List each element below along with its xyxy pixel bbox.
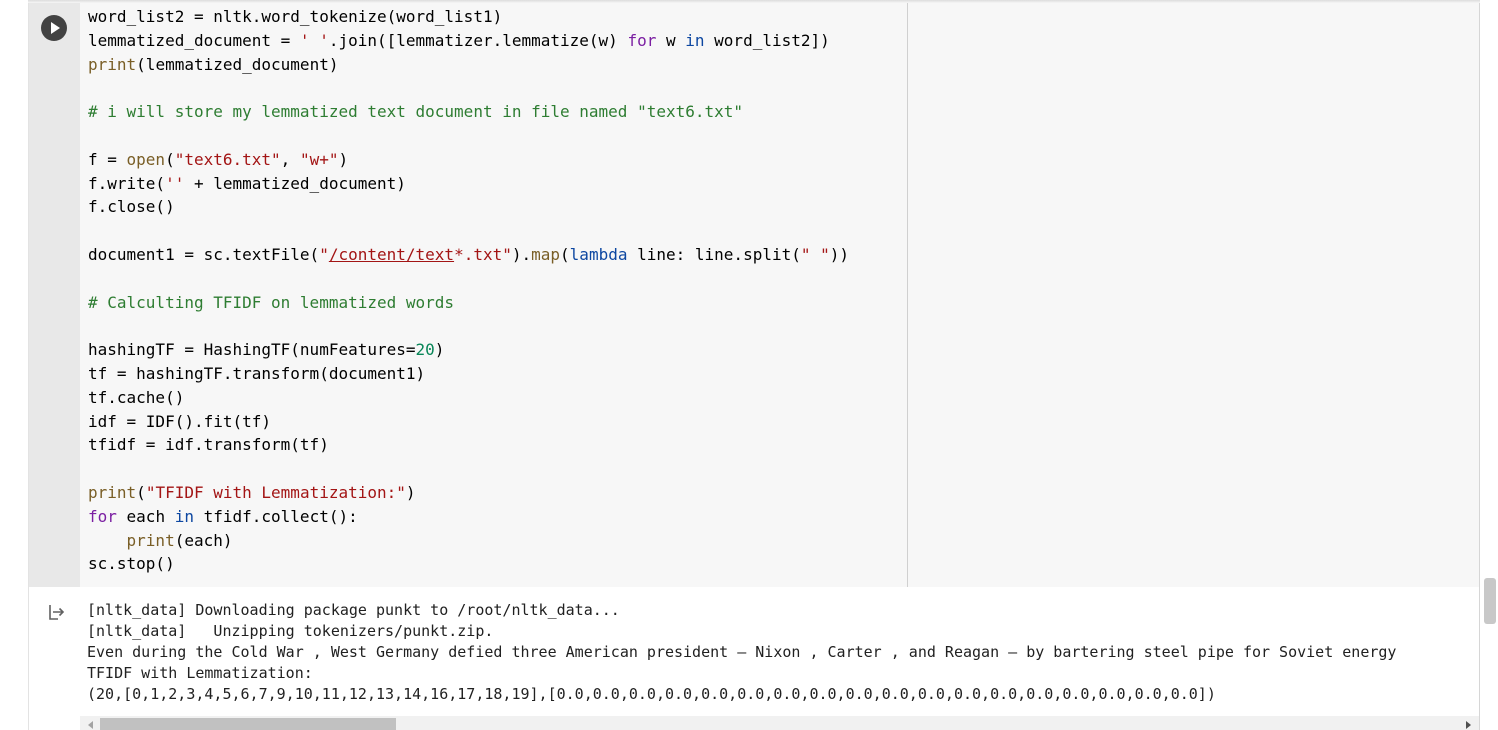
code-line: word_list2 = nltk.word_tokenize(word_lis…	[88, 5, 849, 29]
string-token: *.txt"	[454, 244, 512, 264]
code-token: f =	[88, 149, 127, 169]
builtin-token: print	[126, 530, 175, 550]
output-line: [nltk_data] Unzipping tokenizers/punkt.z…	[87, 622, 494, 640]
builtin-token: map	[531, 244, 561, 264]
code-token: w	[656, 30, 686, 50]
keyword-token: in	[685, 30, 705, 50]
output-line: TFIDF with Lemmatization:	[87, 664, 313, 682]
code-token: each	[116, 506, 175, 526]
number-token: 20	[415, 340, 435, 360]
code-token: lemmatized_document =	[88, 30, 300, 50]
keyword-token: for	[88, 506, 117, 526]
code-token: tfidf.collect():	[193, 506, 358, 526]
code-line: f.close()	[88, 195, 849, 219]
string-token: ''	[165, 173, 185, 193]
cell-gutter	[29, 3, 80, 587]
code-line: print(each)	[88, 529, 849, 553]
code-token: + lemmatized_document)	[184, 173, 406, 193]
path-link-token[interactable]: /content/text	[329, 245, 454, 264]
code-token: tf.cache()	[88, 387, 185, 407]
scroll-right-arrow-icon[interactable]	[1466, 721, 1471, 729]
code-cell[interactable]: word_list2 = nltk.word_tokenize(word_lis…	[28, 3, 1480, 730]
code-line: hashingTF = HashingTF(numFeatures=20)	[88, 338, 849, 362]
code-token: )	[338, 149, 349, 169]
keyword-token: lambda	[569, 244, 628, 264]
code-token: ))	[829, 244, 850, 264]
code-token: idf = IDF().fit(tf)	[88, 411, 272, 431]
code-editor[interactable]: word_list2 = nltk.word_tokenize(word_lis…	[80, 3, 1479, 587]
code-line: f = open("text6.txt", "w+")	[88, 148, 849, 172]
scroll-left-arrow-icon[interactable]	[88, 721, 93, 729]
code-token: document1 = sc.textFile(	[88, 244, 320, 264]
code-token: ,	[280, 149, 300, 169]
string-token: " "	[800, 244, 830, 264]
horizontal-scrollbar[interactable]	[80, 716, 1479, 730]
string-token: "	[319, 244, 329, 264]
notebook-page: word_list2 = nltk.word_tokenize(word_lis…	[0, 0, 1498, 730]
page-scrollbar-thumb[interactable]	[1484, 578, 1496, 624]
code-token: .join([lemmatizer.lemmatize(w)	[328, 30, 628, 50]
code-line: # i will store my lemmatized text docume…	[88, 100, 849, 124]
code-token: (	[560, 244, 570, 264]
horizontal-scroll-thumb[interactable]	[100, 718, 396, 730]
output-line: Even during the Cold War , West Germany …	[87, 643, 1397, 661]
code-token: (lemmatized_document)	[136, 54, 339, 74]
code-token: line: line.split(	[627, 244, 801, 264]
code-line: print("TFIDF with Lemmatization:")	[88, 481, 849, 505]
builtin-token: open	[126, 149, 166, 169]
code-token: f.close()	[88, 197, 175, 217]
code-line: tf.cache()	[88, 386, 849, 410]
code-token: tf = hashingTF.transform(document1)	[88, 363, 426, 383]
code-line: f.write('' + lemmatized_document)	[88, 172, 849, 196]
cell-output: [nltk_data] Downloading package punkt to…	[29, 587, 1479, 730]
code-line: document1 = sc.textFile("/content/text*.…	[88, 243, 849, 267]
keyword-token: for	[627, 30, 657, 50]
code-token: word_list2 = nltk.word_tokenize(word_lis…	[88, 7, 503, 26]
code-line: tfidf = idf.transform(tf)	[88, 433, 849, 457]
string-token: "TFIDF with Lemmatization:"	[145, 482, 406, 502]
output-line: [nltk_data] Downloading package punkt to…	[87, 601, 620, 619]
builtin-token: print	[88, 54, 137, 74]
code-token: tfidf = idf.transform(tf)	[88, 435, 329, 455]
code-token: )	[405, 482, 416, 502]
comment-token: # i will store my lemmatized text docume…	[88, 102, 744, 122]
output-text: [nltk_data] Downloading package punkt to…	[87, 600, 1479, 705]
code-token: (	[136, 482, 146, 502]
code-text[interactable]: word_list2 = nltk.word_tokenize(word_lis…	[88, 5, 849, 576]
output-arrow-icon[interactable]	[47, 603, 65, 621]
code-token: f.write(	[88, 173, 166, 193]
output-line: (20,[0,1,2,3,4,5,6,7,9,10,11,12,13,14,16…	[87, 685, 1216, 703]
code-token: )	[434, 340, 445, 360]
code-token: sc.stop()	[88, 554, 175, 574]
code-token: ).	[511, 244, 532, 264]
code-token: word_list2])	[704, 30, 830, 50]
builtin-token: print	[88, 482, 137, 502]
code-token: (	[165, 149, 175, 169]
run-cell-button[interactable]	[41, 15, 67, 41]
code-line: sc.stop()	[88, 552, 849, 576]
keyword-token: in	[174, 506, 194, 526]
string-token: "text6.txt"	[174, 149, 281, 169]
comment-token: # Calculting TFIDF on lemmatized words	[88, 292, 455, 312]
code-token: (each)	[174, 530, 233, 550]
code-token: hashingTF = HashingTF(numFeatures=	[88, 340, 416, 360]
code-line: for each in tfidf.collect():	[88, 505, 849, 529]
code-line: # Calculting TFIDF on lemmatized words	[88, 291, 849, 315]
line-length-ruler	[907, 3, 908, 587]
code-line: idf = IDF().fit(tf)	[88, 410, 849, 434]
code-line: print(lemmatized_document)	[88, 53, 849, 77]
code-line: lemmatized_document = ' '.join([lemmatiz…	[88, 29, 849, 53]
string-token: "w+"	[299, 149, 339, 169]
code-line: tf = hashingTF.transform(document1)	[88, 362, 849, 386]
string-token: ' '	[299, 30, 329, 50]
